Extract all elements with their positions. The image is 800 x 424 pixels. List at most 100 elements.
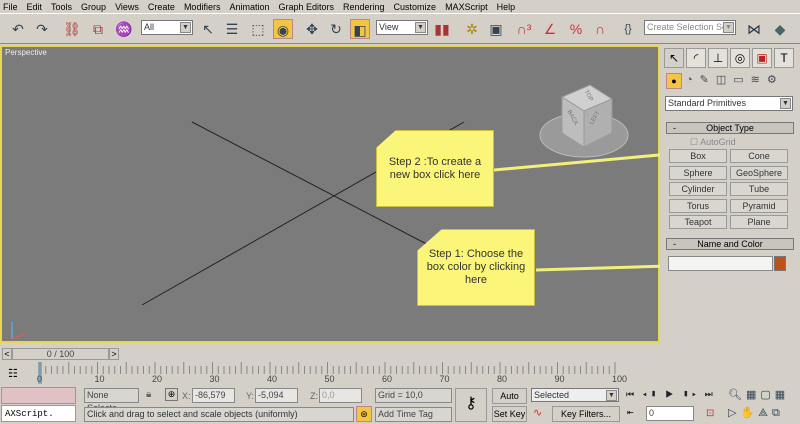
edit-named-selection-icon[interactable]: {} [618, 19, 638, 39]
time-next-button[interactable]: > [109, 348, 119, 360]
ruler-tick-label: 20 [152, 374, 163, 384]
motion-tab[interactable]: ◎ [730, 48, 750, 68]
percent-snap-icon[interactable]: % [566, 19, 586, 39]
cylinder-button[interactable]: Cylinder [669, 182, 727, 196]
selection-filter-dropdown[interactable]: All ▼ [141, 20, 193, 35]
menu-group[interactable]: Group [81, 2, 106, 12]
time-configuration-icon[interactable]: ⊡ [706, 408, 714, 419]
geometry-icon[interactable]: ● [666, 73, 682, 89]
menu-graph-editors[interactable]: Graph Editors [278, 2, 334, 12]
teapot-button[interactable]: Teapot [669, 215, 727, 229]
time-slider-thumb[interactable]: 0 / 100 [12, 348, 109, 360]
menu-views[interactable]: Views [115, 2, 139, 12]
menu-modifiers[interactable]: Modifiers [184, 2, 221, 12]
object-type-rollout-header[interactable]: - Object Type [666, 122, 794, 134]
angle-snap-icon[interactable]: ∠ [540, 19, 560, 39]
menu-help[interactable]: Help [497, 2, 516, 12]
ruler-tick-label: 60 [382, 374, 393, 384]
key-mode-toggle-icon[interactable]: ⇤ [627, 408, 634, 417]
utilities-tab[interactable]: T [774, 48, 794, 68]
set-key-button[interactable]: Set Key [492, 406, 527, 422]
absolute-mode-icon[interactable]: ⊕ [165, 388, 178, 401]
set-key-key-icon[interactable]: ⚷ [455, 388, 487, 422]
select-by-name-icon[interactable]: ☰ [222, 19, 242, 39]
undo-icon[interactable]: ↶ [8, 19, 28, 39]
primitive-type-dropdown[interactable]: Standard Primitives ▼ [665, 96, 793, 111]
reference-coordinate-dropdown[interactable]: View ▼ [376, 20, 428, 35]
cone-button[interactable]: Cone [730, 149, 788, 163]
command-panel: ↖ ◜ ⊥ ◎ ▣ T ● ◔✎◫▭≋⚙ Standard Primitives… [660, 45, 800, 385]
autogrid-checkbox[interactable]: ☐ AutoGrid [690, 137, 736, 148]
ruler-tick-label: 40 [267, 374, 278, 384]
unlink-icon[interactable]: ⧉ [88, 19, 108, 39]
key-tangent-icon[interactable]: ∿ [533, 406, 542, 419]
window-crossing-icon[interactable]: ◉ [273, 19, 293, 39]
mirror-icon[interactable]: ⋈ [744, 19, 764, 39]
create-tab[interactable]: ↖ [664, 48, 684, 68]
z-coordinate-input[interactable]: 0,0 [319, 388, 362, 403]
align-icon[interactable]: ◆ [770, 19, 790, 39]
viewport-navigation-top[interactable]: 🔍︎▦▢▦ [728, 388, 789, 401]
current-frame-input[interactable]: 0 [646, 406, 694, 421]
select-and-link-icon[interactable]: ⛓ [62, 19, 82, 39]
lock-icon[interactable]: 🔒︎ [146, 389, 151, 400]
box-button[interactable]: Box [669, 149, 727, 163]
time-tag-icon[interactable]: ⊛ [356, 406, 372, 422]
select-object-icon[interactable]: ↖ [198, 19, 218, 39]
rectangular-selection-icon[interactable]: ⬚ [248, 19, 268, 39]
add-time-tag[interactable]: Add Time Tag [375, 407, 452, 422]
maxscript-mini-listener[interactable]: AXScript. [1, 405, 76, 422]
move-icon[interactable]: ✥ [302, 19, 322, 39]
menu-customize[interactable]: Customize [394, 2, 437, 12]
sphere-button[interactable]: Sphere [669, 166, 727, 180]
name-and-color-title: Name and Color [697, 239, 763, 249]
bind-space-warp-icon[interactable]: ♒ [114, 19, 134, 39]
key-filters-button[interactable]: Key Filters... [552, 406, 620, 422]
viewport-navigation-bottom[interactable]: ▷✋⟁⧉ [728, 406, 784, 420]
playback-controls[interactable]: ⏮ ◂▮ ▶ ▮▸ ⏭ [626, 389, 716, 400]
object-color-swatch[interactable] [774, 256, 786, 271]
perspective-viewport[interactable]: Perspective TOP BACK LEFT [0, 45, 660, 343]
key-mode-value: Selected [534, 390, 570, 400]
menu-bar: File Edit Tools Group Views Create Modif… [0, 0, 800, 13]
x-coordinate-input[interactable]: -86,579 [192, 388, 235, 403]
scale-icon[interactable]: ◧ [350, 19, 370, 39]
menu-edit[interactable]: Edit [27, 2, 43, 12]
y-coordinate-input[interactable]: -5,094 [255, 388, 298, 403]
rotate-icon[interactable]: ↻ [326, 19, 346, 39]
torus-button[interactable]: Torus [669, 199, 727, 213]
time-prev-button[interactable]: < [2, 348, 12, 360]
time-slider[interactable]: < 0 / 100 > [0, 348, 660, 361]
spinner-snap-icon[interactable]: ∩ [590, 19, 610, 39]
create-category-icons[interactable]: ◔✎◫▭≋⚙ [686, 73, 784, 86]
geosphere-button[interactable]: GeoSphere [730, 166, 788, 180]
object-name-input[interactable] [668, 256, 773, 271]
menu-file[interactable]: File [3, 2, 18, 12]
chevron-down-icon: ▼ [723, 22, 734, 33]
modify-tab[interactable]: ◜ [686, 48, 706, 68]
display-tab[interactable]: ▣ [752, 48, 772, 68]
keyboard-shortcut-override-icon[interactable]: ▣ [486, 19, 506, 39]
ruler-tick-label: 80 [497, 374, 508, 384]
hierarchy-tab[interactable]: ⊥ [708, 48, 728, 68]
track-bar-ruler[interactable] [38, 362, 628, 374]
menu-rendering[interactable]: Rendering [343, 2, 385, 12]
named-selection-set-dropdown[interactable]: Create Selection Set ▼ [644, 20, 736, 35]
plane-button[interactable]: Plane [730, 215, 788, 229]
auto-key-button[interactable]: Auto Key [492, 388, 527, 415]
key-mode-dropdown[interactable]: Selected ▼ [531, 388, 619, 402]
collapse-icon: - [673, 123, 676, 133]
maxscript-listener-pink[interactable] [1, 387, 76, 404]
menu-tools[interactable]: Tools [51, 2, 72, 12]
primitive-type-value: Standard Primitives [668, 98, 747, 108]
name-and-color-rollout-header[interactable]: - Name and Color [666, 238, 794, 250]
snaps-toggle-icon[interactable]: ∩³ [514, 19, 534, 39]
manipulate-icon[interactable]: ✲ [462, 19, 482, 39]
pyramid-button[interactable]: Pyramid [730, 199, 788, 213]
pivot-center-icon[interactable]: ▮▮ [432, 19, 452, 39]
tube-button[interactable]: Tube [730, 182, 788, 196]
menu-maxscript[interactable]: MAXScript [445, 2, 488, 12]
menu-create[interactable]: Create [148, 2, 175, 12]
redo-icon[interactable]: ↷ [32, 19, 52, 39]
menu-animation[interactable]: Animation [229, 2, 269, 12]
